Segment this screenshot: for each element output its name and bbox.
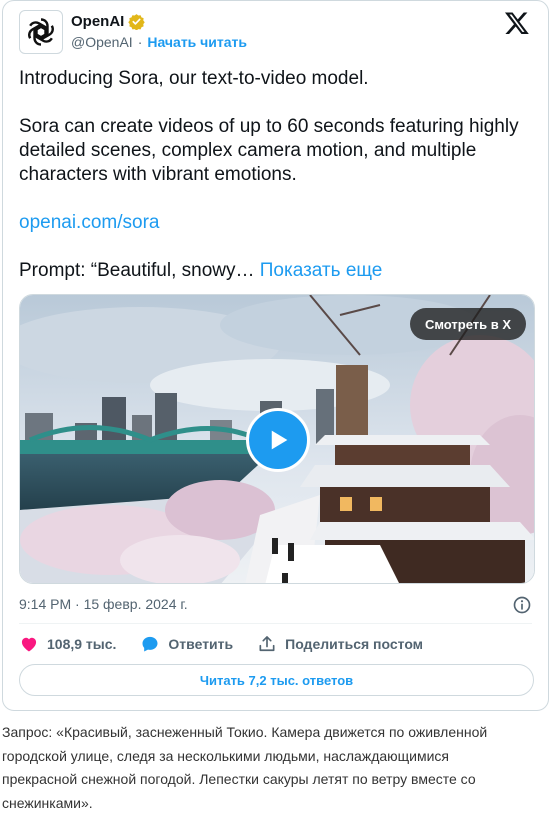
tweet-card: OpenAI @OpenAI · Начать читать Introduci… xyxy=(2,0,549,711)
avatar[interactable] xyxy=(19,10,63,54)
tweet-header: OpenAI @OpenAI · Начать читать xyxy=(19,10,532,54)
play-button[interactable] xyxy=(246,408,310,472)
separator-dot: · xyxy=(137,34,143,50)
share-icon xyxy=(259,636,275,652)
tweet-prompt: Prompt: “Beautiful, snowy… xyxy=(19,260,255,281)
follow-button[interactable]: Начать читать xyxy=(147,34,247,50)
tweet-paragraph: Sora can create videos of up to 60 secon… xyxy=(19,116,519,185)
like-button[interactable]: 108,9 тыс. xyxy=(19,634,116,654)
watch-on-x-button[interactable]: Смотреть в X xyxy=(409,308,526,340)
reply-label: Ответить xyxy=(168,636,234,652)
tweet-timestamp[interactable]: 9:14 PM · 15 февр. 2024 г. xyxy=(19,596,188,612)
info-icon[interactable] xyxy=(512,595,532,615)
reply-button[interactable]: Ответить xyxy=(140,634,233,654)
divider xyxy=(19,623,532,624)
play-icon xyxy=(271,430,288,450)
tweet-meta: 9:14 PM · 15 февр. 2024 г. xyxy=(19,596,532,614)
verified-badge-icon xyxy=(128,14,146,30)
prompt-caption: Запрос: «Красивый, заснеженный Токио. Ка… xyxy=(2,724,488,811)
openai-logo-icon xyxy=(28,18,54,46)
tweet-actions: 108,9 тыс. Ответить Поделиться постом xyxy=(19,633,447,655)
show-more-link[interactable]: Показать еще xyxy=(260,260,383,281)
like-count: 108,9 тыс. xyxy=(47,636,117,652)
author-handle[interactable]: @OpenAI xyxy=(71,34,133,50)
reply-icon xyxy=(142,636,158,652)
share-label: Поделиться постом xyxy=(285,636,424,652)
tweet-link[interactable]: openai.com/sora xyxy=(19,212,159,233)
author-handle-row: @OpenAI · Начать читать xyxy=(71,34,247,50)
author-name[interactable]: OpenAI xyxy=(71,13,124,30)
tweet-paragraph: Introducing Sora, our text-to-video mode… xyxy=(19,68,369,89)
read-replies-button[interactable]: Читать 7,2 тыс. ответов xyxy=(19,664,534,696)
share-button[interactable]: Поделиться постом xyxy=(257,634,423,654)
tweet-text: Introducing Sora, our text-to-video mode… xyxy=(19,67,534,307)
video-player[interactable]: Смотреть в X xyxy=(19,294,535,584)
heart-icon xyxy=(21,637,37,652)
author-name-row: OpenAI xyxy=(71,13,146,30)
x-logo-icon[interactable] xyxy=(504,10,530,36)
tweet-prompt-line: Prompt: “Beautiful, snowy… Показать еще xyxy=(19,259,534,283)
